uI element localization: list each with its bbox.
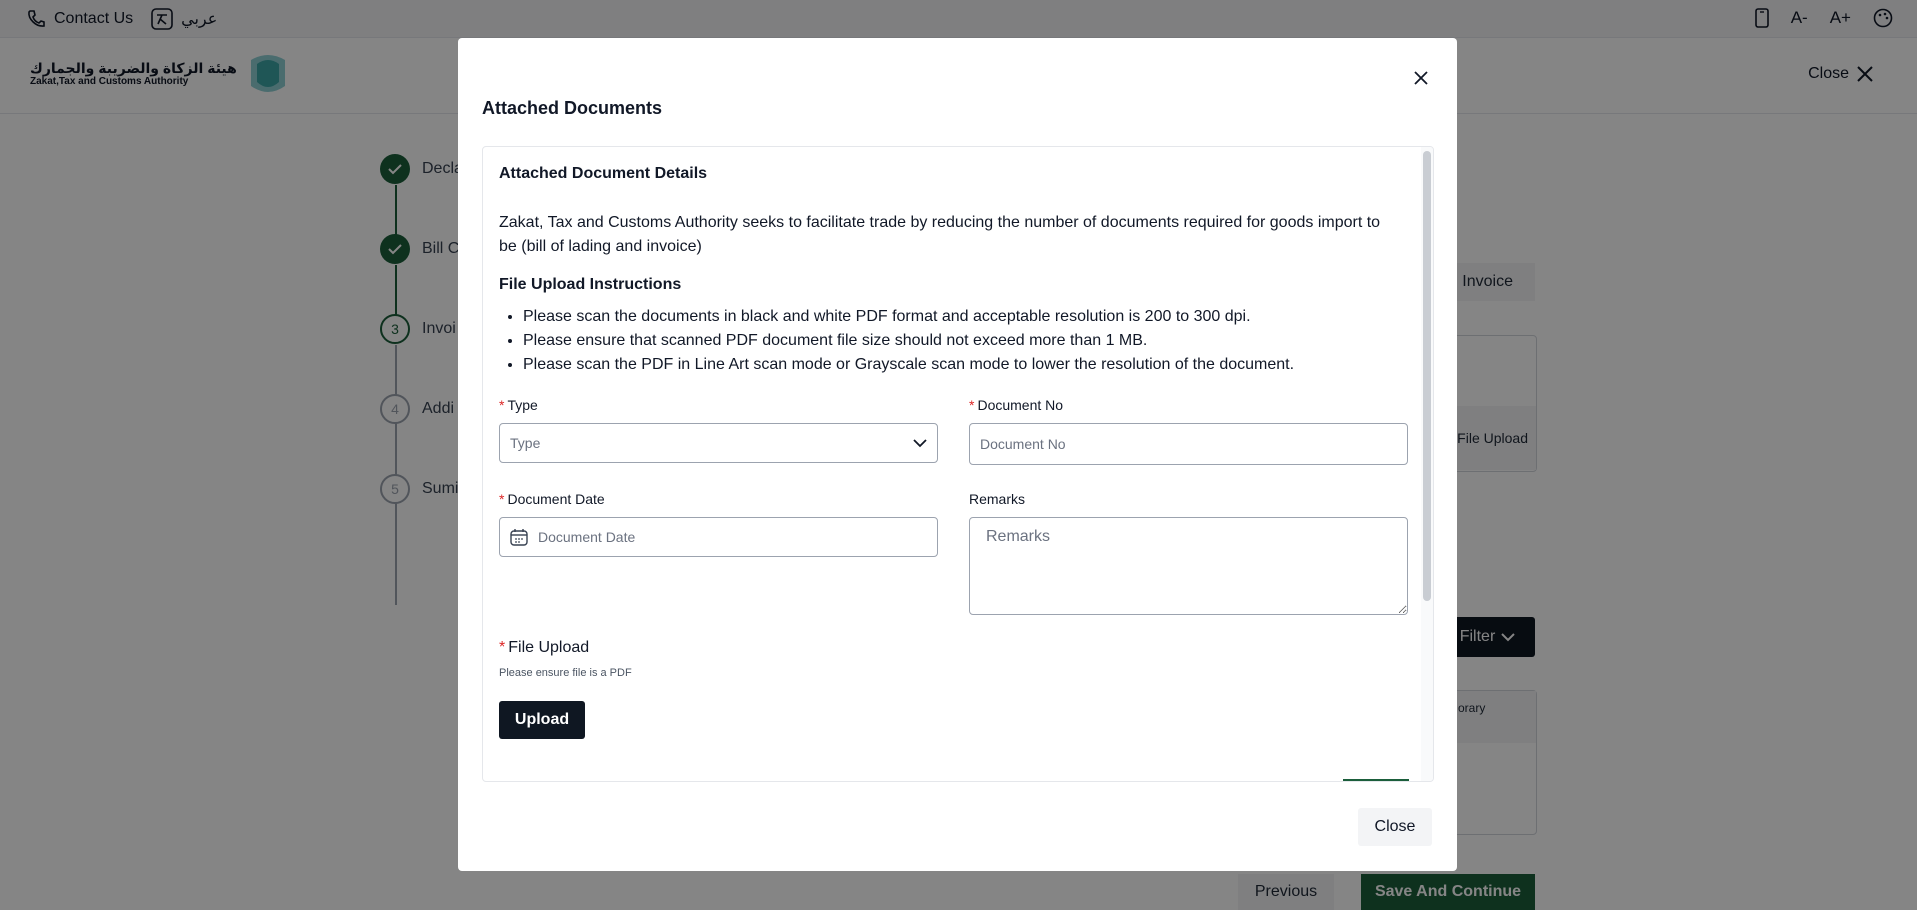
intro-text: Zakat, Tax and Customs Authority seeks t… xyxy=(499,214,1381,255)
chevron-down-icon xyxy=(913,438,927,447)
document-date-input[interactable]: Document Date xyxy=(499,517,938,557)
modal-close-x-button[interactable] xyxy=(1409,66,1433,90)
remarks-textarea[interactable] xyxy=(969,517,1408,615)
instruction-item: Please ensure that scanned PDF document … xyxy=(523,329,1294,353)
modal-title: Attached Documents xyxy=(482,98,663,118)
document-date-placeholder: Document Date xyxy=(538,529,636,545)
file-upload-label: * File Upload xyxy=(499,639,590,656)
close-icon xyxy=(1414,71,1428,85)
type-select[interactable]: Type xyxy=(499,423,938,463)
file-upload-hint: Please ensure file is a PDF xyxy=(499,667,632,679)
attached-document-details-panel: Attached Document Details Zakat, Tax and… xyxy=(482,146,1434,782)
upload-button[interactable]: Upload xyxy=(499,701,585,739)
remarks-label: Remarks xyxy=(969,491,1026,507)
section-title: Attached Document Details xyxy=(499,165,708,182)
document-no-label: * Document No xyxy=(969,397,1064,413)
modal-close-button[interactable]: Close xyxy=(1358,808,1432,846)
scrollbar-thumb[interactable] xyxy=(1423,151,1431,601)
hidden-content-edge xyxy=(1343,779,1409,781)
type-label: * Type xyxy=(499,397,538,413)
instruction-item: Please scan the PDF in Line Art scan mod… xyxy=(523,353,1294,377)
type-select-value: Type xyxy=(510,435,541,451)
instructions-list: Please scan the documents in black and w… xyxy=(499,305,1294,377)
instructions-title: File Upload Instructions xyxy=(499,276,682,293)
document-no-input[interactable] xyxy=(969,423,1408,465)
panel-scrollbar[interactable] xyxy=(1421,147,1433,781)
calendar-icon xyxy=(510,529,528,546)
attached-documents-modal: Attached Documents Attached Document Det… xyxy=(458,38,1457,871)
document-date-label: * Document Date xyxy=(499,491,605,507)
instruction-item: Please scan the documents in black and w… xyxy=(523,305,1294,329)
